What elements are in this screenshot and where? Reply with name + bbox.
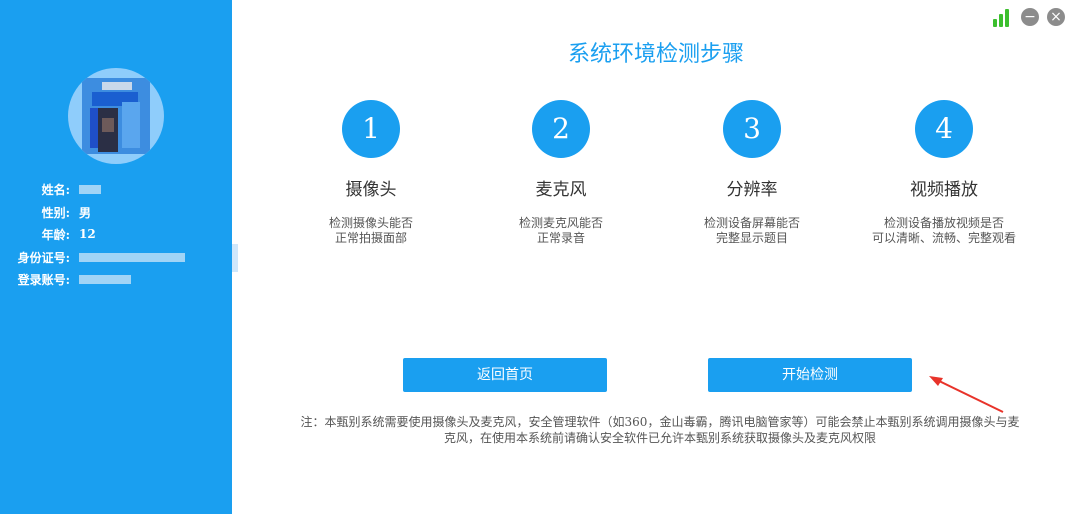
back-home-button[interactable]: 返回首页: [403, 358, 607, 392]
step-desc: 检测摄像头能否 正常拍摄面部: [328, 216, 413, 245]
gender-row: 性别: 男: [0, 202, 232, 222]
age-label: 年龄:: [41, 227, 70, 242]
step-resolution: 3 分辨率 检测设备屏幕能否 完整显示题目: [652, 100, 852, 246]
step-camera: 1 摄像头 检测摄像头能否 正常拍摄面部: [271, 100, 471, 246]
account-label: 登录账号:: [17, 272, 70, 287]
age-row: 年龄: 12: [0, 224, 232, 244]
id-label: 身份证号:: [17, 250, 70, 265]
name-label: 姓名:: [41, 182, 70, 197]
step-number: 2: [532, 100, 590, 158]
step-name: 摄像头: [345, 180, 397, 200]
step-video: 4 视频播放 检测设备播放视频是否 可以清晰、流畅、完整观看: [844, 100, 1044, 246]
account-value: [79, 272, 131, 286]
notice-text: 注：本甄别系统需要使用摄像头及麦克风，安全管理软件（如360，金山毒霸，腾讯电脑…: [300, 415, 1020, 445]
step-name: 分辨率: [726, 180, 778, 200]
id-row: 身份证号:: [0, 247, 232, 267]
step-desc: 检测设备播放视频是否 可以清晰、流畅、完整观看: [871, 216, 1016, 245]
account-row: 登录账号:: [0, 269, 232, 289]
step-microphone: 2 麦克风 检测麦克风能否 正常录音: [461, 100, 661, 246]
start-check-button[interactable]: 开始检测: [708, 358, 912, 392]
step-desc: 检测设备屏幕能否 完整显示题目: [703, 216, 800, 245]
avatar: [68, 68, 164, 164]
step-number: 4: [915, 100, 973, 158]
step-name: 麦克风: [535, 180, 587, 200]
minimize-icon[interactable]: −: [1021, 8, 1039, 26]
id-value: [79, 250, 185, 264]
step-name: 视频播放: [910, 180, 978, 200]
age-value: 12: [79, 227, 96, 241]
step-number: 1: [342, 100, 400, 158]
gender-label: 性别:: [41, 205, 70, 220]
sidebar-collapse-handle[interactable]: [232, 244, 238, 272]
close-icon[interactable]: ×: [1047, 8, 1065, 26]
signal-strength-icon: [993, 7, 1013, 27]
gender-value: 男: [79, 205, 92, 220]
step-number: 3: [723, 100, 781, 158]
step-desc: 检测麦克风能否 正常录音: [518, 216, 603, 245]
name-value: [79, 182, 101, 196]
sidebar: 姓名: 性别: 男 年龄: 12 身份证号: 登录账号:: [0, 0, 232, 514]
name-row: 姓名:: [0, 179, 232, 199]
page-title: 系统环境检测步骤: [567, 42, 744, 67]
